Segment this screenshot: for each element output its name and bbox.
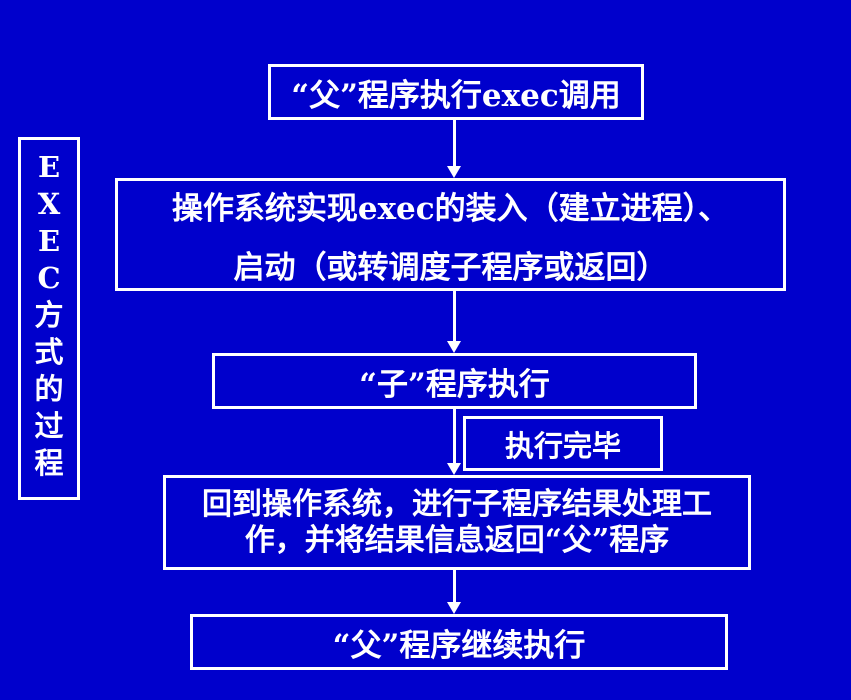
step-label: “父”程序执行exec调用 (291, 77, 621, 114)
side-title-char: 方 (34, 298, 64, 332)
done-label-box: 执行完毕 (463, 416, 663, 471)
step-label: “父”程序继续执行 (332, 627, 586, 664)
arrow-down-icon (447, 602, 461, 614)
side-title-char: C (37, 261, 61, 295)
step-parent-continue: “父”程序继续执行 (190, 614, 728, 670)
step-label: 操作系统实现exec的装入（建立进程）、 (171, 190, 730, 227)
connector-line (453, 291, 456, 341)
side-title-char: E (37, 150, 61, 184)
side-title-char: X (37, 187, 61, 221)
arrow-down-icon (447, 166, 461, 178)
side-title-box: E X E C 方 式 的 过 程 (18, 137, 80, 500)
side-title-char: 式 (34, 335, 64, 369)
step-label: 作，并将结果信息返回“父”程序 (244, 522, 670, 558)
step-parent-exec-call: “父”程序执行exec调用 (268, 64, 644, 120)
arrow-down-icon (447, 463, 461, 475)
step-child-run: “子”程序执行 (212, 353, 697, 409)
side-title-char: 的 (34, 372, 64, 406)
step-label: “子”程序执行 (359, 366, 550, 403)
side-title-char: 过 (34, 409, 64, 443)
side-title-char: E (37, 224, 61, 258)
step-label: 回到操作系统，进行子程序结果处理工 (202, 486, 712, 522)
connector-line (453, 120, 456, 166)
connector-line (453, 570, 456, 602)
side-title-char: 程 (34, 446, 64, 480)
step-label: 启动（或转调度子程序或返回） (233, 249, 668, 286)
step-return-to-os: 回到操作系统，进行子程序结果处理工 作，并将结果信息返回“父”程序 (163, 475, 751, 570)
arrow-down-icon (447, 341, 461, 353)
step-os-load: 操作系统实现exec的装入（建立进程）、 启动（或转调度子程序或返回） (115, 178, 786, 291)
done-label: 执行完毕 (504, 428, 621, 463)
connector-line (453, 409, 456, 463)
